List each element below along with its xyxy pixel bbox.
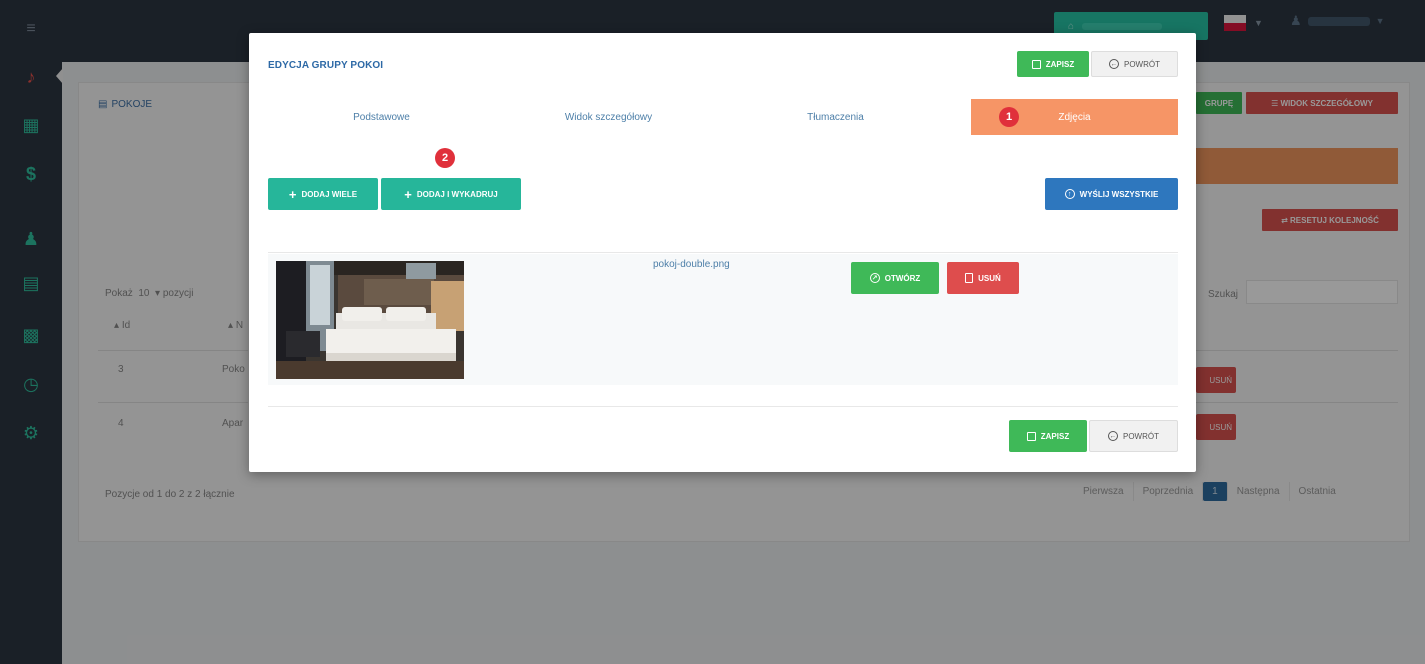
external-link-circle-icon: ↗ (869, 273, 880, 283)
tab-translations[interactable]: Tłumaczenia (722, 99, 949, 135)
step-badge: 2 (435, 148, 455, 168)
modal-title: EDYCJA GRUPY POKOI (268, 60, 384, 71)
tab-basic[interactable]: Podstawowe (268, 99, 495, 135)
plus-icon: + (288, 186, 297, 202)
edit-room-group-modal: EDYCJA GRUPY POKOI ZAPISZ ← POWRÓT Podst… (249, 33, 1196, 472)
arrow-left-circle-icon: ← (1109, 59, 1119, 69)
floppy-disk-icon (1031, 59, 1041, 69)
tab-detail-view[interactable]: Widok szczegółowy (495, 99, 722, 135)
save-button-bottom[interactable]: ZAPISZ (1009, 420, 1087, 452)
open-file-button[interactable]: ↗ OTWÓRZ (851, 262, 939, 294)
trash-icon (965, 273, 974, 283)
add-and-crop-button[interactable]: + DODAJ I WYKADRUJ (381, 178, 521, 210)
add-many-button[interactable]: + DODAJ WIELE (268, 178, 378, 210)
file-name[interactable]: pokoj-double.png (653, 259, 730, 270)
step-badge: 1 (999, 107, 1019, 127)
room-photo-thumbnail[interactable] (276, 261, 464, 379)
delete-file-button[interactable]: USUŃ (947, 262, 1019, 294)
tab-photos[interactable]: 1 Zdjęcia (971, 99, 1178, 135)
file-list-item: pokoj-double.png ↗ OTWÓRZ USUŃ (268, 254, 1178, 385)
save-button[interactable]: ZAPISZ (1017, 51, 1089, 77)
back-button[interactable]: ← POWRÓT (1091, 51, 1178, 77)
plus-icon: + (404, 186, 412, 202)
floppy-disk-icon (1026, 431, 1036, 441)
back-button-bottom[interactable]: ← POWRÓT (1089, 420, 1178, 452)
send-all-button[interactable]: ↑ WYŚLIJ WSZYSTKIE (1045, 178, 1178, 210)
arrow-left-circle-icon: ← (1108, 431, 1118, 441)
upload-circle-icon: ↑ (1064, 189, 1075, 199)
